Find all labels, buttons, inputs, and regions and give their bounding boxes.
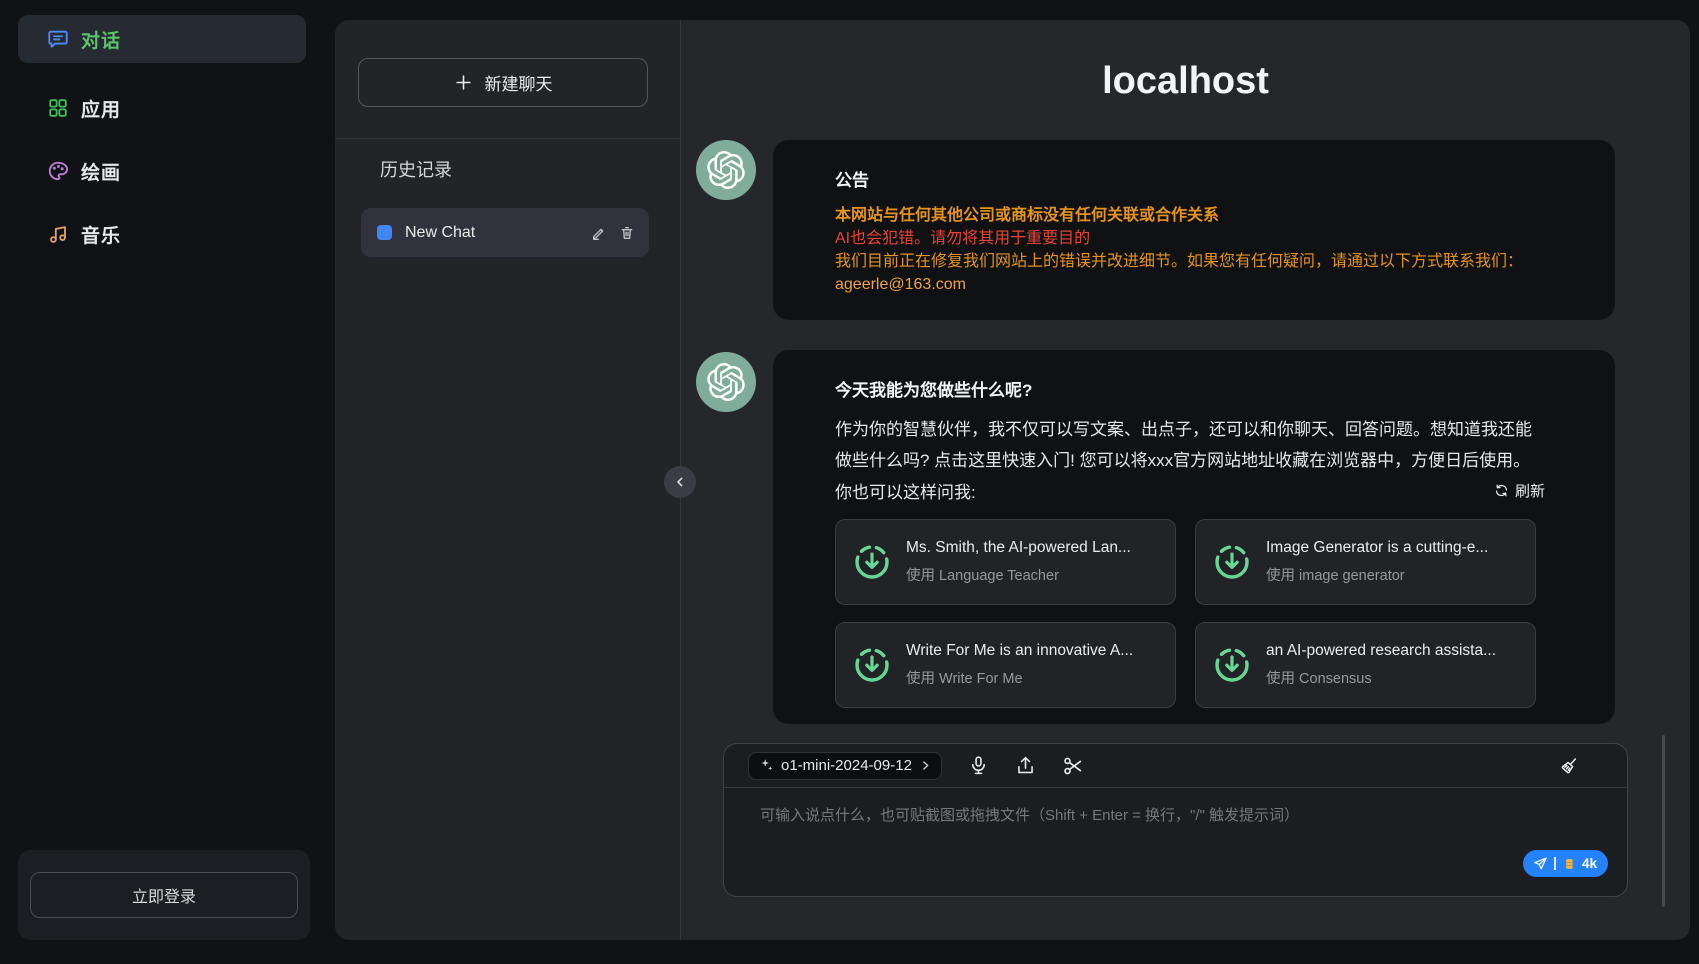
- history-title: 历史记录: [380, 156, 452, 182]
- suggestion-subtitle: 使用 image generator: [1266, 564, 1488, 585]
- upload-icon: [1015, 755, 1036, 776]
- refresh-icon: [1494, 483, 1509, 498]
- broom-icon: [1557, 754, 1581, 778]
- chat-bubble-icon: [47, 28, 69, 50]
- sidebar-item-label: 绘画: [81, 158, 121, 185]
- suggestion-subtitle: 使用 Write For Me: [906, 667, 1133, 688]
- badge-divider: [1554, 857, 1556, 870]
- chevron-left-icon: [672, 474, 688, 490]
- chevron-right-icon: [919, 759, 932, 772]
- app-panel: 新建聊天 历史记录 New Chat localhost: [335, 20, 1690, 940]
- announcement-title: 公告: [835, 166, 1545, 191]
- chat-item-title: New Chat: [405, 224, 591, 242]
- sidebar-item-chat[interactable]: 对话: [18, 15, 306, 63]
- clear-context-button[interactable]: [1557, 754, 1581, 778]
- download-circle-icon: [852, 542, 892, 582]
- scrollbar-thumb[interactable]: [1662, 735, 1665, 907]
- suggestion-card[interactable]: Image Generator is a cutting-e... 使用 ima…: [1195, 519, 1536, 605]
- palette-icon: [47, 160, 69, 182]
- assistant-avatar: [696, 352, 756, 412]
- composer-toolbar: o1-mini-2024-09-12: [724, 744, 1627, 788]
- model-name: o1-mini-2024-09-12: [781, 757, 912, 774]
- sparkle-icon: [759, 758, 774, 773]
- chat-item-color-square: [377, 225, 392, 240]
- token-count: 4k: [1582, 856, 1597, 871]
- scissors-icon: [1062, 755, 1084, 777]
- openai-logo-icon: [707, 363, 745, 401]
- announcement-line: 我们目前正在修复我们网站上的错误并改进细节。如果您有任何疑问，请通过以下方式联系…: [835, 250, 1545, 273]
- delete-chat-icon[interactable]: [619, 225, 635, 241]
- sidebar-item-label: 音乐: [81, 221, 121, 248]
- new-chat-button[interactable]: 新建聊天: [358, 58, 648, 107]
- suggestion-title: Image Generator is a cutting-e...: [1266, 539, 1488, 557]
- send-plane-icon: [1533, 856, 1548, 871]
- microphone-icon: [968, 755, 989, 776]
- microphone-button[interactable]: [968, 755, 989, 776]
- assistant-avatar: [696, 140, 756, 200]
- openai-logo-icon: [707, 151, 745, 189]
- contact-email-link[interactable]: ageerle@163.com: [835, 276, 966, 293]
- announcement-message: 公告 本网站与任何其他公司或商标没有任何关联或合作关系 AI也会犯错。请勿将其用…: [773, 140, 1615, 320]
- suggestion-card[interactable]: Ms. Smith, the AI-powered Lan... 使用 Lang…: [835, 519, 1176, 605]
- suggestion-subtitle: 使用 Language Teacher: [906, 564, 1131, 585]
- page-title: localhost: [681, 60, 1690, 103]
- sidebar: 对话 应用 绘画: [0, 0, 335, 964]
- download-circle-icon: [852, 645, 892, 685]
- welcome-title: 今天我能为您做些什么呢?: [835, 376, 1545, 401]
- send-button[interactable]: 4k: [1523, 850, 1608, 877]
- chat-list-divider: [335, 138, 680, 139]
- sidebar-item-music[interactable]: 音乐: [18, 212, 306, 256]
- collapse-sidebar-button[interactable]: [664, 466, 696, 498]
- sidebar-item-label: 应用: [81, 95, 121, 122]
- refresh-button[interactable]: 刷新: [1494, 480, 1545, 501]
- composer: o1-mini-2024-09-12: [723, 743, 1628, 897]
- message-input[interactable]: [760, 804, 1590, 864]
- model-selector[interactable]: o1-mini-2024-09-12: [748, 752, 942, 780]
- chat-region: localhost 公告 本网站与任何其他公司或商标没有任何关联或合作关系 AI…: [681, 20, 1690, 940]
- sidebar-item-drawing[interactable]: 绘画: [18, 149, 306, 193]
- login-card: 立即登录: [18, 850, 310, 940]
- plus-icon: [454, 73, 473, 92]
- welcome-body: 作为你的智慧伙伴，我不仅可以写文案、出点子，还可以和你聊天、回答问题。想知道我还…: [835, 414, 1545, 476]
- edit-chat-icon[interactable]: [591, 225, 607, 241]
- new-chat-label: 新建聊天: [485, 70, 553, 95]
- suggestion-subtitle: 使用 Consensus: [1266, 667, 1496, 688]
- suggestion-title: an AI-powered research assista...: [1266, 642, 1496, 660]
- sidebar-item-label: 对话: [81, 26, 121, 53]
- refresh-label: 刷新: [1515, 480, 1545, 501]
- music-note-icon: [47, 223, 69, 245]
- suggestion-title: Write For Me is an innovative A...: [906, 642, 1133, 660]
- sidebar-item-apps[interactable]: 应用: [18, 86, 306, 130]
- login-button[interactable]: 立即登录: [30, 872, 298, 918]
- app-grid-icon: [47, 97, 69, 119]
- upload-button[interactable]: [1015, 755, 1036, 776]
- clip-button[interactable]: [1062, 755, 1084, 777]
- suggestion-grid: Ms. Smith, the AI-powered Lan... 使用 Lang…: [835, 519, 1545, 708]
- ask-hint: 你也可以这样问我:: [835, 478, 976, 503]
- welcome-message: 今天我能为您做些什么呢? 作为你的智慧伙伴，我不仅可以写文案、出点子，还可以和你…: [773, 350, 1615, 724]
- announcement-line: 本网站与任何其他公司或商标没有任何关联或合作关系: [835, 204, 1545, 227]
- chat-list-item[interactable]: New Chat: [361, 208, 649, 257]
- suggestion-card[interactable]: Write For Me is an innovative A... 使用 Wr…: [835, 622, 1176, 708]
- coins-icon: [1562, 857, 1576, 871]
- download-circle-icon: [1212, 645, 1252, 685]
- download-circle-icon: [1212, 542, 1252, 582]
- suggestion-title: Ms. Smith, the AI-powered Lan...: [906, 539, 1131, 557]
- announcement-line: AI也会犯错。请勿将其用于重要目的: [835, 227, 1545, 250]
- suggestion-card[interactable]: an AI-powered research assista... 使用 Con…: [1195, 622, 1536, 708]
